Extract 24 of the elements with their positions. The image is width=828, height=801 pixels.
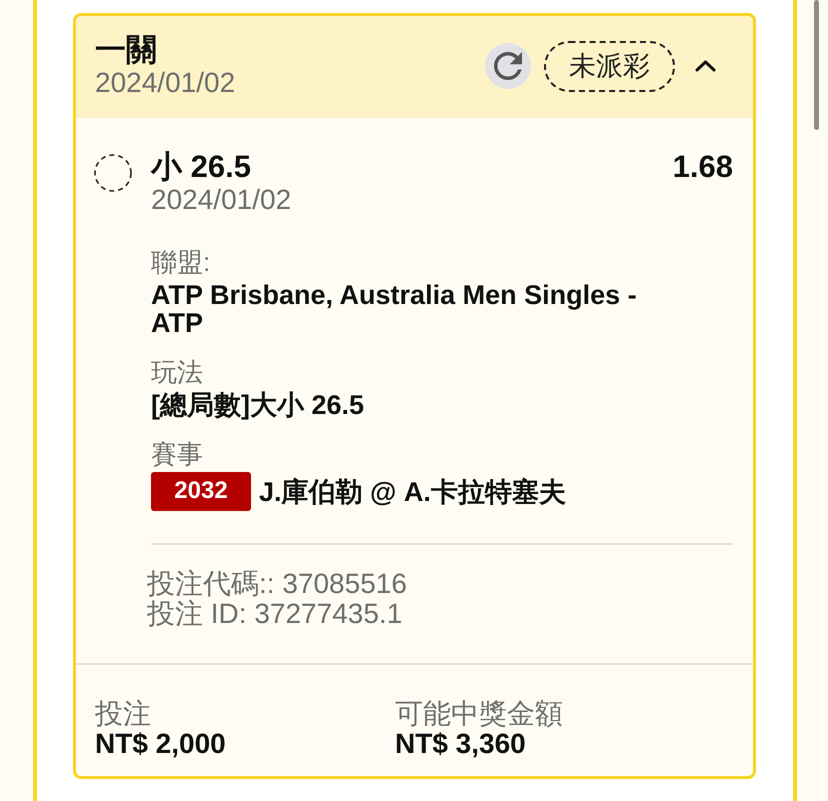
dashed-circle-icon: [94, 154, 132, 192]
refresh-icon: [494, 52, 522, 80]
summary-label: 投注: [95, 699, 152, 729]
detail-label: 賽事: [151, 439, 204, 469]
summary-amount: NT$ 2,000: [95, 729, 227, 759]
detail-value: ATP Brisbane, Australia Men Singles - ATP: [151, 281, 638, 337]
status-badge: 未派彩: [544, 40, 675, 92]
bet-type-title: 一關: [95, 33, 158, 67]
detail-value: [總局數]大小 26.5: [151, 391, 366, 419]
scrollbar-thumb[interactable]: [814, 0, 819, 130]
bet-reference: 投注 ID: 37277435.1: [147, 599, 404, 629]
event-code-badge: 2032: [151, 472, 251, 511]
event-name: J.庫伯勒 @ A.卡拉特塞夫: [259, 478, 566, 506]
bet-reference: 投注代碼:: 37085516: [147, 569, 408, 599]
selection-date: 2024/01/02: [151, 184, 292, 216]
summary-amount: NT$ 3,360: [395, 729, 527, 759]
refresh-button[interactable]: [485, 43, 531, 89]
odds-value: 1.68: [672, 150, 733, 184]
detail-label: 玩法: [151, 357, 204, 387]
summary-label: 可能中獎金額: [395, 699, 564, 729]
chevron-up-icon: [695, 60, 716, 72]
detail-label: 聯盟:: [151, 247, 212, 277]
selection-name: 小 26.5: [151, 150, 252, 184]
bet-date: 2024/01/02: [95, 67, 236, 99]
